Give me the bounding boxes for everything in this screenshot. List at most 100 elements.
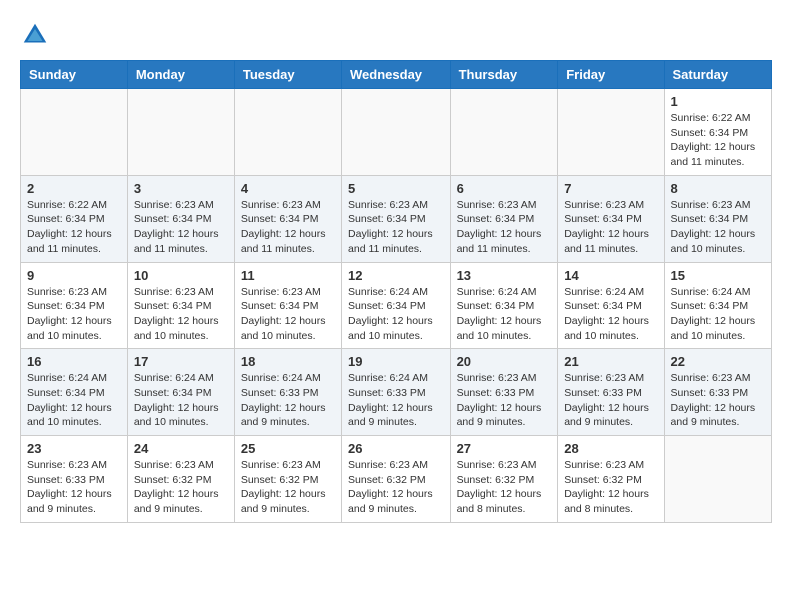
calendar-cell (664, 436, 771, 523)
cell-detail: Sunrise: 6:24 AM Sunset: 6:34 PM Dayligh… (564, 285, 657, 344)
cell-detail: Sunrise: 6:23 AM Sunset: 6:34 PM Dayligh… (27, 285, 121, 344)
day-number: 18 (241, 354, 335, 369)
day-number: 7 (564, 181, 657, 196)
day-number: 13 (457, 268, 552, 283)
calendar-cell: 20 Sunrise: 6:23 AM Sunset: 6:33 PM Dayli… (450, 349, 558, 436)
day-number: 14 (564, 268, 657, 283)
calendar-cell: 17 Sunrise: 6:24 AM Sunset: 6:34 PM Dayli… (127, 349, 234, 436)
day-number: 25 (241, 441, 335, 456)
day-number: 23 (27, 441, 121, 456)
calendar-cell: 5Sunrise: 6:23 AM Sunset: 6:34 PM Daylig… (342, 175, 451, 262)
calendar-cell: 9 Sunrise: 6:23 AM Sunset: 6:34 PM Daylig… (21, 262, 128, 349)
calendar-cell: 25Sunrise: 6:23 AM Sunset: 6:32 PM Dayli… (234, 436, 341, 523)
calendar-cell: 14 Sunrise: 6:24 AM Sunset: 6:34 PM Dayli… (558, 262, 664, 349)
cell-detail: Sunrise: 6:23 AM Sunset: 6:34 PM Dayligh… (457, 198, 552, 257)
calendar-cell: 10 Sunrise: 6:23 AM Sunset: 6:34 PM Dayli… (127, 262, 234, 349)
calendar-week-row: 1 Sunrise: 6:22 AM Sunset: 6:34 PM Daylig… (21, 89, 772, 176)
calendar-cell: 12 Sunrise: 6:24 AM Sunset: 6:34 PM Dayli… (342, 262, 451, 349)
column-header-sunday: Sunday (21, 61, 128, 89)
cell-detail: Sunrise: 6:23 AM Sunset: 6:33 PM Dayligh… (564, 371, 657, 430)
logo-icon (20, 20, 50, 50)
calendar-cell (342, 89, 451, 176)
day-number: 12 (348, 268, 444, 283)
day-number: 4 (241, 181, 335, 196)
cell-detail: Sunrise: 6:23 AM Sunset: 6:33 PM Dayligh… (671, 371, 765, 430)
cell-detail: Sunrise: 6:22 AM Sunset: 6:34 PM Dayligh… (671, 111, 765, 170)
day-number: 2 (27, 181, 121, 196)
day-number: 28 (564, 441, 657, 456)
cell-detail: Sunrise: 6:23 AM Sunset: 6:32 PM Dayligh… (457, 458, 552, 517)
day-number: 3 (134, 181, 228, 196)
cell-detail: Sunrise: 6:23 AM Sunset: 6:34 PM Dayligh… (134, 198, 228, 257)
day-number: 22 (671, 354, 765, 369)
calendar-cell (21, 89, 128, 176)
calendar-cell (234, 89, 341, 176)
cell-detail: Sunrise: 6:24 AM Sunset: 6:34 PM Dayligh… (457, 285, 552, 344)
day-number: 6 (457, 181, 552, 196)
column-header-monday: Monday (127, 61, 234, 89)
calendar-cell: 2 Sunrise: 6:22 AM Sunset: 6:34 PM Daylig… (21, 175, 128, 262)
calendar-cell: 1 Sunrise: 6:22 AM Sunset: 6:34 PM Daylig… (664, 89, 771, 176)
cell-detail: Sunrise: 6:24 AM Sunset: 6:33 PM Dayligh… (348, 371, 444, 430)
calendar-week-row: 23 Sunrise: 6:23 AM Sunset: 6:33 PM Dayli… (21, 436, 772, 523)
calendar-cell: 15 Sunrise: 6:24 AM Sunset: 6:34 PM Dayli… (664, 262, 771, 349)
cell-detail: Sunrise: 6:23 AM Sunset: 6:32 PM Dayligh… (348, 458, 444, 517)
calendar-cell: 23 Sunrise: 6:23 AM Sunset: 6:33 PM Dayli… (21, 436, 128, 523)
day-number: 8 (671, 181, 765, 196)
calendar-cell: 24Sunrise: 6:23 AM Sunset: 6:32 PM Dayli… (127, 436, 234, 523)
calendar-cell (450, 89, 558, 176)
day-number: 10 (134, 268, 228, 283)
day-number: 15 (671, 268, 765, 283)
calendar-cell (558, 89, 664, 176)
day-number: 16 (27, 354, 121, 369)
calendar-cell: 11 Sunrise: 6:23 AM Sunset: 6:34 PM Dayli… (234, 262, 341, 349)
cell-detail: Sunrise: 6:24 AM Sunset: 6:34 PM Dayligh… (134, 371, 228, 430)
calendar-cell: 16 Sunrise: 6:24 AM Sunset: 6:34 PM Dayli… (21, 349, 128, 436)
calendar-cell: 26 Sunrise: 6:23 AM Sunset: 6:32 PM Dayli… (342, 436, 451, 523)
column-header-tuesday: Tuesday (234, 61, 341, 89)
calendar-week-row: 16 Sunrise: 6:24 AM Sunset: 6:34 PM Dayli… (21, 349, 772, 436)
column-header-thursday: Thursday (450, 61, 558, 89)
calendar-week-row: 2 Sunrise: 6:22 AM Sunset: 6:34 PM Daylig… (21, 175, 772, 262)
day-number: 20 (457, 354, 552, 369)
calendar-table: SundayMondayTuesdayWednesdayThursdayFrid… (20, 60, 772, 523)
cell-detail: Sunrise: 6:24 AM Sunset: 6:34 PM Dayligh… (27, 371, 121, 430)
calendar-cell: 28 Sunrise: 6:23 AM Sunset: 6:32 PM Dayli… (558, 436, 664, 523)
day-number: 24 (134, 441, 228, 456)
column-header-wednesday: Wednesday (342, 61, 451, 89)
cell-detail: Sunrise: 6:23 AM Sunset: 6:34 PM Dayligh… (134, 285, 228, 344)
calendar-cell (127, 89, 234, 176)
calendar-week-row: 9 Sunrise: 6:23 AM Sunset: 6:34 PM Daylig… (21, 262, 772, 349)
calendar-header-row: SundayMondayTuesdayWednesdayThursdayFrid… (21, 61, 772, 89)
calendar-cell: 18 Sunrise: 6:24 AM Sunset: 6:33 PM Dayli… (234, 349, 341, 436)
cell-detail: Sunrise: 6:23 AM Sunset: 6:33 PM Dayligh… (27, 458, 121, 517)
day-number: 9 (27, 268, 121, 283)
cell-detail: Sunrise: 6:23 AM Sunset: 6:33 PM Dayligh… (457, 371, 552, 430)
day-number: 19 (348, 354, 444, 369)
cell-detail: Sunrise: 6:22 AM Sunset: 6:34 PM Dayligh… (27, 198, 121, 257)
calendar-cell: 13 Sunrise: 6:24 AM Sunset: 6:34 PM Dayli… (450, 262, 558, 349)
day-number: 5 (348, 181, 444, 196)
cell-detail: Sunrise: 6:23 AM Sunset: 6:32 PM Dayligh… (564, 458, 657, 517)
day-number: 17 (134, 354, 228, 369)
calendar-cell: 21 Sunrise: 6:23 AM Sunset: 6:33 PM Dayli… (558, 349, 664, 436)
cell-detail: Sunrise: 6:23 AM Sunset: 6:34 PM Dayligh… (564, 198, 657, 257)
calendar-cell: 6 Sunrise: 6:23 AM Sunset: 6:34 PM Daylig… (450, 175, 558, 262)
calendar-cell: 8 Sunrise: 6:23 AM Sunset: 6:34 PM Daylig… (664, 175, 771, 262)
calendar-cell: 22 Sunrise: 6:23 AM Sunset: 6:33 PM Dayli… (664, 349, 771, 436)
calendar-cell: 19 Sunrise: 6:24 AM Sunset: 6:33 PM Dayli… (342, 349, 451, 436)
logo (20, 20, 52, 50)
cell-detail: Sunrise: 6:23 AM Sunset: 6:34 PM Dayligh… (241, 285, 335, 344)
cell-detail: Sunrise: 6:24 AM Sunset: 6:34 PM Dayligh… (671, 285, 765, 344)
calendar-cell: 27Sunrise: 6:23 AM Sunset: 6:32 PM Dayli… (450, 436, 558, 523)
column-header-saturday: Saturday (664, 61, 771, 89)
day-number: 1 (671, 94, 765, 109)
day-number: 21 (564, 354, 657, 369)
cell-detail: Sunrise: 6:24 AM Sunset: 6:34 PM Dayligh… (348, 285, 444, 344)
calendar-cell: 7 Sunrise: 6:23 AM Sunset: 6:34 PM Daylig… (558, 175, 664, 262)
day-number: 26 (348, 441, 444, 456)
cell-detail: Sunrise: 6:23 AM Sunset: 6:34 PM Dayligh… (241, 198, 335, 257)
cell-detail: Sunrise: 6:23 AM Sunset: 6:34 PM Dayligh… (671, 198, 765, 257)
day-number: 11 (241, 268, 335, 283)
cell-detail: Sunrise: 6:24 AM Sunset: 6:33 PM Dayligh… (241, 371, 335, 430)
